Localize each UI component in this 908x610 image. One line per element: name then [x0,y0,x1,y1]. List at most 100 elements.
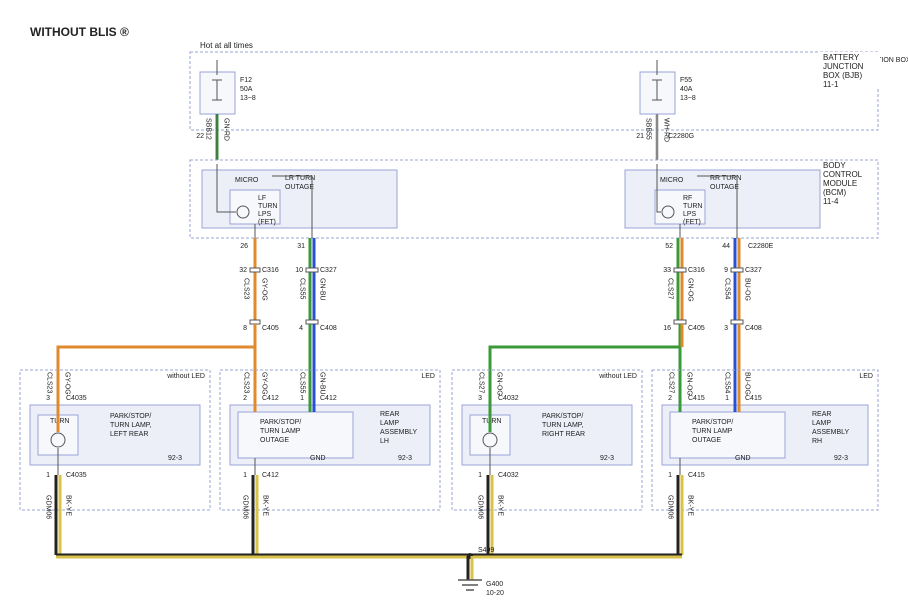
q4-w2-col: BU-OG [744,372,751,395]
svg-text:CONTROL: CONTROL [823,170,863,179]
svg-text:LH: LH [380,438,389,445]
svg-text:LEFT REAR: LEFT REAR [110,431,148,438]
svg-text:TURN LAMP: TURN LAMP [260,428,301,435]
q2-pin2: 1 [300,395,304,402]
conn-c327-l: C327 [320,267,337,274]
wiring-diagram: WITHOUT BLIS ® Hot at all times BATTERY … [0,0,908,610]
splice-label: S409 [478,547,494,554]
q1-w-col: GY-OG [64,372,71,395]
q2-w1-col: GY-OG [261,372,268,395]
q4-conn2: C415 [745,395,762,402]
q2-gdm-ckt: GDM06 [242,495,249,519]
q1-gnd-pin: 1 [46,472,50,479]
q4-w1-ckt: CLS27 [668,372,675,394]
q3-turn: TURN [482,418,501,425]
q3-w-col: GN-OG [496,372,503,396]
svg-text:LF: LF [258,195,266,202]
q2-gnd-conn: C412 [262,472,279,479]
conn-c316-r: C316 [688,267,705,274]
w-sbb55-col: WH-RD [663,118,670,142]
svg-text:LPS: LPS [683,211,697,218]
bcm-pin-52: 52 [665,243,673,250]
bjb-pin-l: 22 [196,133,204,140]
bjb-pin-r: 21 [636,133,644,140]
svg-text:TURN LAMP,: TURN LAMP, [110,422,152,429]
svg-text:BOX (BJB): BOX (BJB) [823,71,862,80]
ground-ref: 10-20 [486,590,504,597]
pin-16: 16 [663,325,671,332]
f12-line2: 50A [240,86,253,93]
q4-gnd-pin: 1 [668,472,672,479]
q1-turn: TURN [50,418,69,425]
svg-text:PARK/STOP/: PARK/STOP/ [260,419,301,426]
q3-gnd-conn: C4032 [498,472,519,479]
w-cls27-a-ckt: CLS27 [667,278,674,300]
w-sbb55-ckt: SBB55 [645,118,652,140]
w-cls23-a-col: GY-OG [261,278,268,301]
conn-c405-r: C405 [688,325,705,332]
svg-text:MODULE: MODULE [823,179,857,188]
q3-conn: C4032 [498,395,519,402]
bjb-conn-r: C2280G [668,133,694,140]
q2-w1-ckt: CLS23 [243,372,250,394]
f55-line2: 40A [680,86,693,93]
conn-c316-l: C316 [262,267,279,274]
svg-text:LPS: LPS [258,211,272,218]
q4-gdm-col: BK-YE [687,495,694,516]
svg-text:JUNCTION: JUNCTION [823,62,864,71]
w-cls23-a-ckt: CLS23 [243,278,250,300]
svg-text:92-3: 92-3 [168,455,182,462]
ground-name: G400 [486,581,503,588]
conn-c408-l: C408 [320,325,337,332]
q4-w1-col: GN-OG [686,372,693,396]
q2-w2-col: GN-BU [319,372,326,395]
pin-4: 4 [299,325,303,332]
pin-10: 10 [295,267,303,274]
svg-text:(BCM): (BCM) [823,188,846,197]
svg-text:PARK/STOP/: PARK/STOP/ [692,419,733,426]
bcm-pin-31: 31 [297,243,305,250]
svg-text:92-3: 92-3 [600,455,614,462]
w-cls27-a-col: GN-OG [687,278,694,302]
q2-w2-ckt: CLS55 [299,372,306,394]
svg-text:LAMP: LAMP [380,420,399,427]
q1-gdm-ckt: GDM06 [45,495,52,519]
q1-gnd-conn: C4035 [66,472,87,479]
svg-text:11-4: 11-4 [823,197,839,206]
conn-c408-r: C408 [745,325,762,332]
bjb-box [190,52,878,130]
svg-text:PARK/STOP/: PARK/STOP/ [542,413,583,420]
q2-pin: 2 [243,395,247,402]
f55-line1: F55 [680,77,692,84]
q2-gnd-label: GND [310,455,326,462]
conn-c327-r: C327 [745,267,762,274]
f55-line3: 13~8 [680,95,696,102]
q3-gdm-col: BK-YE [497,495,504,516]
svg-text:LAMP: LAMP [812,420,831,427]
pin-9: 9 [724,267,728,274]
svg-text:92-3: 92-3 [834,455,848,462]
w-cls55-a-col: GN-BU [319,278,326,301]
f12-line1: F12 [240,77,252,84]
bcm-lf-micro: MICRO [235,177,259,184]
pin-8: 8 [243,325,247,332]
svg-text:TURN: TURN [258,203,277,210]
svg-text:11-1: 11-1 [823,80,839,89]
q1-conn: C4035 [66,395,87,402]
hot-note: Hot at all times [200,41,253,50]
q2-gnd-pin: 1 [243,472,247,479]
bcm-pin-44: 44 [722,243,730,250]
svg-text:OUTAGE: OUTAGE [692,437,721,444]
q2-conn: C412 [262,395,279,402]
conn-c405-l: C405 [262,325,279,332]
w-cls54-a-col: BU-OG [744,278,751,301]
bjb-label: BATTERY JUNCTION BOX (BJB) 11-1 [820,52,880,89]
q3-gnd-pin: 1 [478,472,482,479]
q4-gnd-conn: C415 [688,472,705,479]
q3-gdm-ckt: GDM06 [477,495,484,519]
q4-gnd-label: GND [735,455,751,462]
q1-w-ckt: CLS23 [46,372,53,394]
svg-text:REAR: REAR [812,411,831,418]
q1-pin: 3 [46,395,50,402]
svg-text:OUTAGE: OUTAGE [260,437,289,444]
